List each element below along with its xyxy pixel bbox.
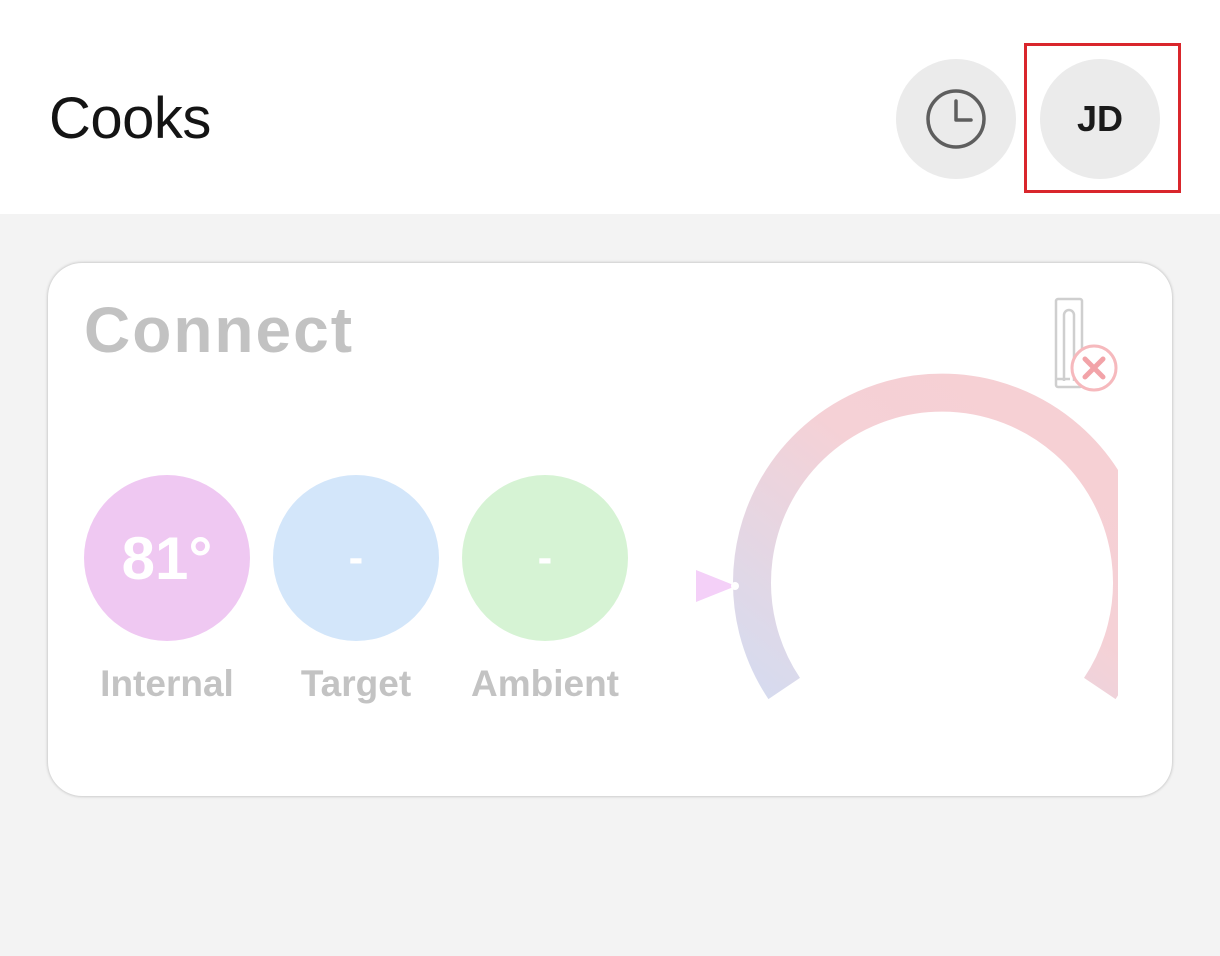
history-button[interactable] xyxy=(896,59,1016,179)
target-temp-value: - xyxy=(348,533,364,582)
ambient-label: Ambient xyxy=(471,663,619,704)
avatar-button[interactable]: JD xyxy=(1040,59,1160,179)
page-title: Cooks xyxy=(49,86,211,151)
internal-temp-value: 81° xyxy=(121,524,213,592)
gauge-arc xyxy=(733,373,1118,700)
gauge-marker xyxy=(696,570,736,602)
ambient-temp-value: - xyxy=(537,533,553,582)
ambient-temp-circle: - xyxy=(462,475,628,641)
internal-label: Internal xyxy=(100,663,234,704)
clock-icon xyxy=(926,89,986,149)
card-title: Connect xyxy=(84,294,354,366)
avatar-initials: JD xyxy=(1076,98,1124,139)
target-temp-circle[interactable]: - xyxy=(273,475,439,641)
temperature-gauge xyxy=(696,373,1118,700)
target-label: Target xyxy=(300,663,412,704)
cook-card[interactable]: Connect 81° - - Internal Target Ambient xyxy=(48,263,1172,796)
app-header: Cooks JD xyxy=(0,0,1220,214)
internal-temp-circle: 81° xyxy=(84,475,250,641)
